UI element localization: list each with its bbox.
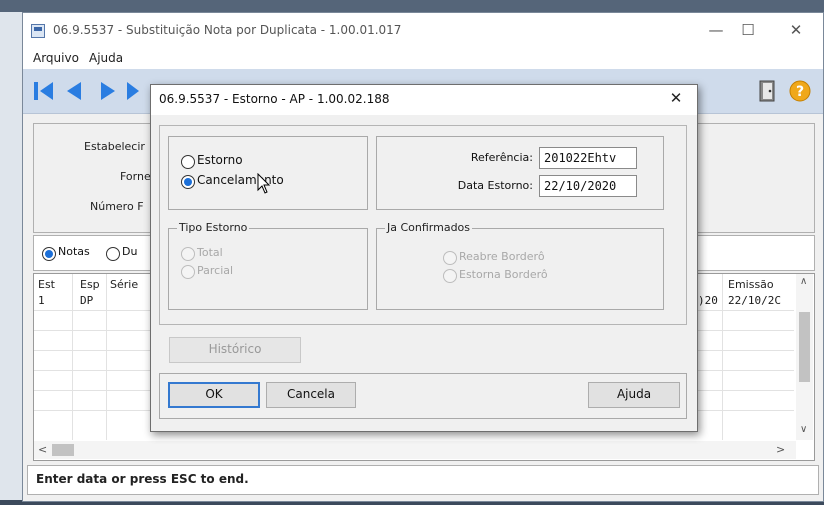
grid-col-separator [722,274,723,440]
radio-parcial[interactable] [181,265,195,279]
previous-record-icon[interactable] [61,79,87,103]
app-icon [31,24,45,38]
exit-door-icon[interactable] [755,79,781,103]
horizontal-scrollbar[interactable]: < > [34,441,796,459]
cell-est[interactable]: 1 [38,294,45,307]
vertical-scrollbar[interactable]: ∧ ∨ [796,274,813,440]
help-icon[interactable]: ? [787,79,813,103]
col-header-esp[interactable]: Esp [80,278,100,291]
svg-text:?: ? [796,84,804,100]
desktop-background [0,0,824,12]
scroll-thumb[interactable] [799,312,810,382]
label-fornecedor: Forne [120,170,151,183]
last-record-icon[interactable] [125,79,139,103]
radio-total-label: Total [197,246,223,259]
label-numero: Número F [90,200,144,213]
status-text: Enter data or press ESC to end. [36,472,249,486]
dialog-titlebar: 06.9.5537 - Estorno - AP - 1.00.02.188 ✕ [151,85,697,115]
menu-bar: Arquivo Ajuda [23,47,823,69]
dialog-close-button[interactable]: ✕ [663,89,689,111]
scroll-left-icon[interactable]: < [38,443,47,456]
radio-total[interactable] [181,247,195,261]
radio-notas[interactable] [42,247,56,261]
dialog-main-panel: Estorno Cancelamento Referência: 201022E… [159,125,687,325]
help-button[interactable]: Ajuda [588,382,680,408]
cell-esp[interactable]: DP [80,294,93,307]
option-group: Estorno Cancelamento [168,136,368,210]
cell-date-partial[interactable]: )20 [698,294,718,307]
scroll-down-icon[interactable]: ∨ [800,424,807,435]
estorno-dialog: 06.9.5537 - Estorno - AP - 1.00.02.188 ✕… [150,84,698,432]
col-header-serie[interactable]: Série [110,278,138,291]
radio-estorno-label: Estorno [197,153,243,167]
minimize-button[interactable]: — [703,21,729,41]
tipo-estorno-group: Tipo Estorno Total Parcial [168,221,368,310]
col-header-est[interactable]: Est [38,278,55,291]
ja-confirmados-legend: Ja Confirmados [385,221,473,234]
radio-parcial-label: Parcial [197,264,234,277]
ja-confirmados-group: Ja Confirmados Reabre Borderô Estorna Bo… [376,221,664,310]
radio-duplicatas-label: Du [122,245,138,258]
main-titlebar: 06.9.5537 - Substituição Nota por Duplic… [23,13,823,47]
first-record-icon[interactable] [31,79,57,103]
label-estabelecimento: Estabelecir [84,140,145,153]
grid-col-separator [72,274,73,440]
historico-button[interactable]: Histórico [169,337,301,363]
scroll-right-icon[interactable]: > [776,443,785,456]
dialog-button-bar: OK Cancela Ajuda [159,373,687,419]
radio-estorna-bordero-label: Estorna Borderô [459,268,548,281]
radio-notas-label: Notas [58,245,90,258]
next-record-icon[interactable] [95,79,121,103]
fields-group: Referência: 201022Ehtv Data Estorno: 22/… [376,136,664,210]
col-header-emissao[interactable]: Emissão [728,278,774,291]
background-window-edge [0,12,22,500]
label-data-estorno: Data Estorno: [457,179,533,192]
radio-estorna-bordero[interactable] [443,269,457,283]
radio-reabre-bordero-label: Reabre Borderô [459,250,545,263]
label-referencia: Referência: [470,151,533,164]
maximize-button[interactable]: ☐ [735,21,761,41]
ok-button[interactable]: OK [168,382,260,408]
radio-reabre-bordero[interactable] [443,251,457,265]
mouse-cursor-icon [257,173,271,194]
tipo-estorno-legend: Tipo Estorno [177,221,250,234]
data-estorno-input[interactable]: 22/10/2020 [539,175,637,197]
menu-arquivo[interactable]: Arquivo [33,51,79,65]
radio-duplicatas[interactable] [106,247,120,261]
radio-cancelamento[interactable] [181,175,195,189]
status-bar: Enter data or press ESC to end. [27,465,819,495]
main-window-title: 06.9.5537 - Substituição Nota por Duplic… [53,23,402,37]
dialog-title: 06.9.5537 - Estorno - AP - 1.00.02.188 [159,92,390,106]
cell-emissao[interactable]: 22/10/2C [728,294,781,307]
close-button[interactable]: ✕ [783,21,809,41]
cancel-button[interactable]: Cancela [266,382,356,408]
referencia-input[interactable]: 201022Ehtv [539,147,637,169]
menu-ajuda[interactable]: Ajuda [89,51,123,65]
radio-estorno[interactable] [181,155,195,169]
grid-col-separator [106,274,107,440]
scroll-up-icon[interactable]: ∧ [800,276,807,287]
hscroll-thumb[interactable] [52,444,74,456]
